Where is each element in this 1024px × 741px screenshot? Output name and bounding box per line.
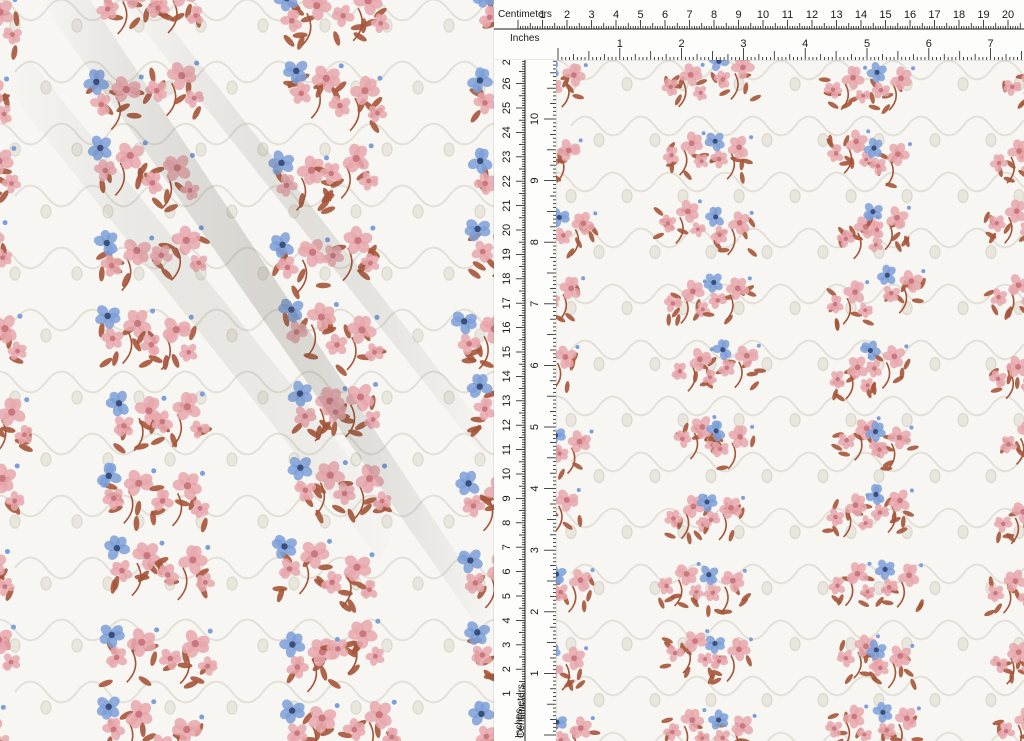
- top-ruler-cm-number: 6: [662, 9, 668, 21]
- side-ruler-cm-number: 7: [501, 544, 513, 550]
- side-ruler-cm-number: 1: [501, 691, 513, 697]
- top-ruler-cm-number: 4: [613, 9, 619, 21]
- side-ruler-cm-number: 23: [501, 151, 513, 163]
- side-ruler-cm-number: 16: [501, 321, 513, 333]
- top-ruler-cm-number: 16: [904, 9, 916, 21]
- side-ruler-inch-number: 4: [529, 486, 541, 492]
- draped-fabric-photo: [0, 0, 494, 741]
- side-ruler-inch-number: 6: [529, 362, 541, 368]
- side-ruler-inch-number: 10: [529, 113, 541, 125]
- side-ruler-cm-number: 18: [501, 273, 513, 285]
- side-ruler-cm-number: 21: [501, 199, 513, 211]
- side-ruler-inch-number: 3: [529, 547, 541, 553]
- side-ruler-inch-number: 9: [529, 178, 541, 184]
- top-ruler-cm-label: Centimeters: [498, 9, 552, 20]
- top-ruler-inch-number: 1: [617, 38, 623, 50]
- top-ruler-cm-number: 15: [879, 9, 891, 21]
- side-ruler-cm-number: 14: [501, 370, 513, 382]
- side-ruler-cm-number: 12: [501, 419, 513, 431]
- top-ruler-ticks: 1234567891011121314151617181920211234567…: [494, 9, 1024, 60]
- side-ruler-cm-number: 6: [501, 569, 513, 575]
- top-ruler-inch-label: Inches: [510, 33, 540, 44]
- side-ruler-inch-number: 2: [529, 609, 541, 615]
- flat-fabric-photo: [556, 60, 1024, 741]
- side-ruler-cm-number: 20: [501, 224, 513, 236]
- top-ruler-cm-number: 19: [977, 9, 989, 21]
- top-ruler-cm-number: 14: [855, 9, 867, 21]
- side-ruler-cm-number: 5: [501, 593, 513, 599]
- top-ruler-cm-number: 8: [711, 9, 717, 21]
- side-ruler-cm-number: 15: [501, 346, 513, 358]
- side-ruler: 1 2 3 4 5 6 7 8 9 10 11 12 13 14 15 16 17 18 19 20 21 22 23 24 2…: [494, 60, 556, 741]
- side-ruler-cm-number: 17: [501, 297, 513, 309]
- side-ruler-cm-number: 24: [501, 126, 513, 138]
- side-ruler-inch-number: 1: [529, 670, 541, 676]
- side-ruler-cm-number: 4: [501, 617, 513, 623]
- top-ruler: 1234567891011121314151617181920211234567…: [494, 0, 1024, 60]
- flat-fabric-pattern: [556, 60, 1024, 741]
- top-ruler-cm-number: 9: [735, 9, 741, 21]
- top-ruler-cm-number: 3: [588, 9, 594, 21]
- side-ruler-cm-number: 8: [501, 520, 513, 526]
- side-ruler-cm-number: 22: [501, 175, 513, 187]
- top-ruler-inch-number: 5: [864, 38, 870, 50]
- top-ruler-inch-number: 6: [926, 38, 932, 50]
- side-ruler-cm-number: 27: [501, 60, 513, 65]
- top-ruler-cm-number: 13: [830, 9, 842, 21]
- side-ruler-inch-number: 7: [529, 301, 541, 307]
- side-ruler-cm-number: 26: [501, 77, 513, 89]
- top-ruler-inch-number: 4: [802, 38, 808, 50]
- side-ruler-inch-label: Inches: [514, 708, 525, 738]
- top-ruler-cm-number: 11: [782, 9, 793, 21]
- top-ruler-cm-number: 7: [686, 9, 692, 21]
- side-ruler-cm-number: 9: [501, 495, 513, 501]
- top-ruler-cm-number: 2: [564, 9, 570, 21]
- top-ruler-cm-number: 12: [806, 9, 818, 21]
- top-ruler-cm-number: 18: [953, 9, 965, 21]
- side-ruler-cm-number: 13: [501, 395, 513, 407]
- draped-fabric-pattern: [0, 0, 494, 741]
- top-ruler-inch-number: 3: [740, 38, 746, 50]
- top-ruler-inch-number: 7: [988, 38, 994, 50]
- side-ruler-inch-number: 8: [529, 239, 541, 245]
- top-ruler-cm-number: 17: [928, 9, 940, 21]
- side-ruler-cm-number: 25: [501, 102, 513, 114]
- top-ruler-cm-number: 10: [757, 9, 769, 21]
- side-ruler-cm-number: 11: [501, 444, 513, 455]
- side-ruler-ticks: 1234567891011121314151617181920212223242…: [501, 60, 556, 741]
- side-ruler-inch-number: 5: [529, 424, 541, 430]
- top-ruler-cm-number: 5: [637, 9, 643, 21]
- top-ruler-inch-number: 2: [679, 38, 685, 50]
- side-ruler-cm-number: 2: [501, 666, 513, 672]
- side-ruler-cm-number: 10: [501, 468, 513, 480]
- side-ruler-cm-number: 3: [501, 642, 513, 648]
- side-ruler-cm-number: 19: [501, 248, 513, 260]
- top-ruler-cm-number: 20: [1002, 9, 1014, 21]
